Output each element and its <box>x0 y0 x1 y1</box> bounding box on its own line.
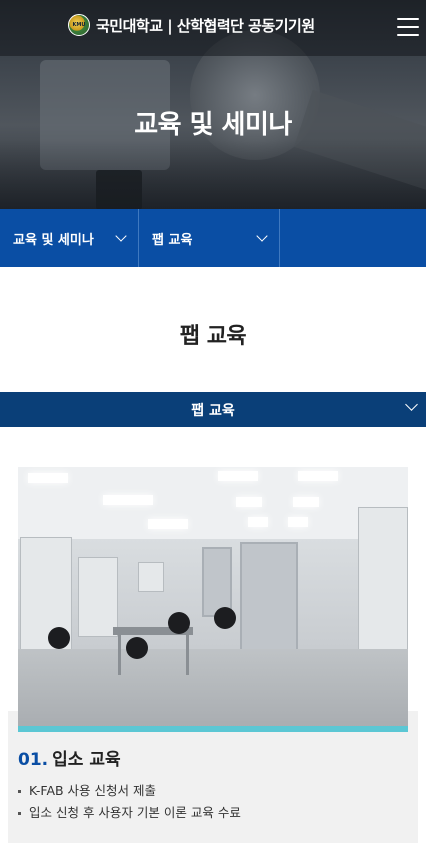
bullet-icon <box>18 811 21 815</box>
card-bullet-list: K-FAB 사용 신청서 제출 입소 신청 후 사용자 기본 이론 교육 수료 <box>18 780 241 824</box>
nav-dropdown-fab-education[interactable]: 팹 교육 <box>139 209 280 267</box>
card-title: 01. 입소 교육 <box>18 745 121 770</box>
nav-dropdown-education-seminar[interactable]: 교육 및 세미나 <box>0 209 139 267</box>
submenu-selected-label: 팹 교육 <box>191 402 235 419</box>
hero-banner: KMU 국민대학교 | 산학협력단 공동기기원 교육 및 세미나 <box>0 0 426 209</box>
hero-title: 교육 및 세미나 <box>134 110 292 140</box>
nav-empty-slot <box>280 209 426 267</box>
list-item: 입소 신청 후 사용자 기본 이론 교육 수료 <box>18 802 241 824</box>
cleanroom-photo <box>18 467 408 732</box>
list-item: K-FAB 사용 신청서 제출 <box>18 780 241 802</box>
logo-text: 국민대학교 | 산학협력단 공동기기원 <box>96 16 315 35</box>
hamburger-menu-icon[interactable] <box>397 18 419 36</box>
card-title-text: 입소 교육 <box>52 750 121 770</box>
hero-shade <box>0 140 426 209</box>
card-number: 01. <box>18 750 49 770</box>
submenu-dropdown[interactable]: 팹 교육 <box>0 392 426 427</box>
nav-item-label: 교육 및 세미나 <box>13 232 94 248</box>
chevron-down-icon <box>256 230 268 242</box>
nav-item-label: 팹 교육 <box>152 232 193 248</box>
bullet-icon <box>18 789 21 793</box>
page-title: 팹 교육 <box>179 324 247 349</box>
chevron-down-icon <box>405 398 418 411</box>
category-nav: 교육 및 세미나 팹 교육 <box>0 209 426 267</box>
kmu-emblem-icon: KMU <box>68 14 90 36</box>
chevron-down-icon <box>115 230 127 242</box>
site-logo[interactable]: KMU 국민대학교 | 산학협력단 공동기기원 <box>68 14 315 36</box>
